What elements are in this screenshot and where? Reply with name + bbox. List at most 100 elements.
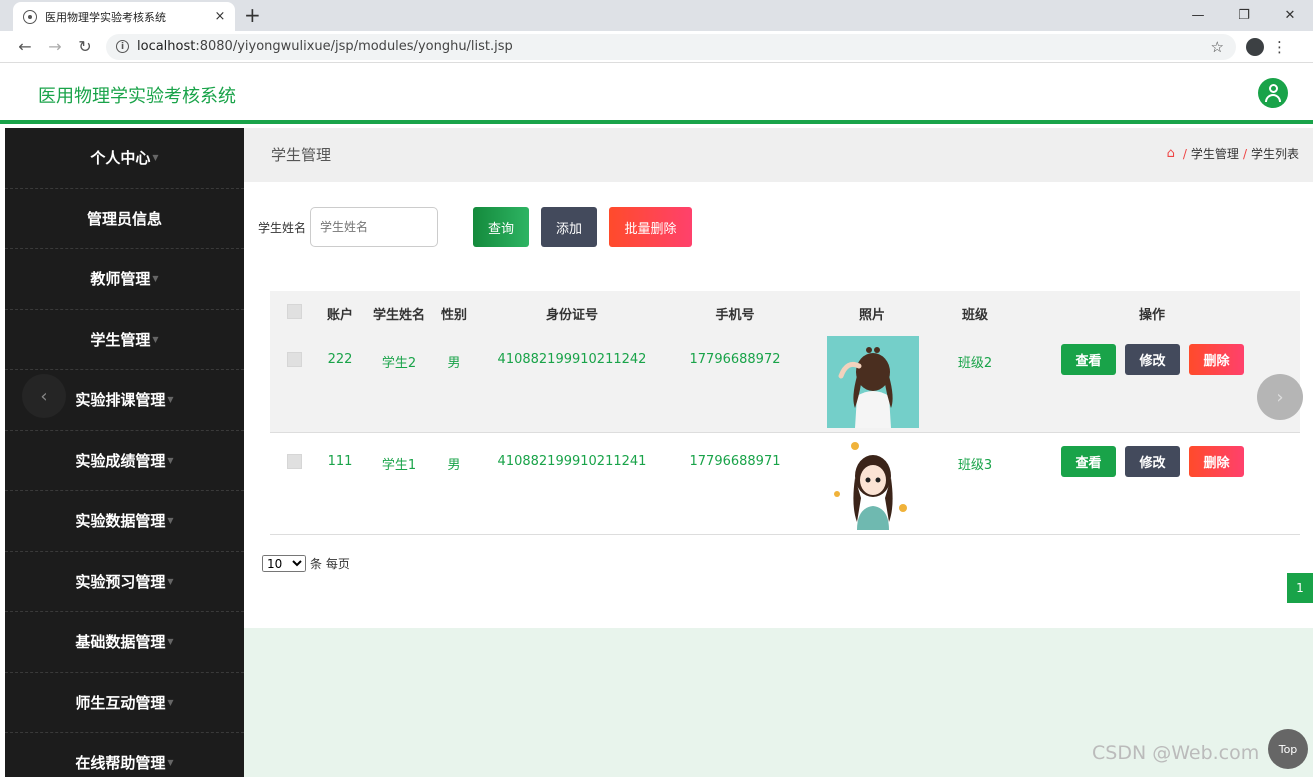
breadcrumb-bar: 学生管理 ⌂ / 学生管理 / 学生列表	[244, 128, 1313, 182]
new-tab-icon[interactable]: +	[244, 3, 261, 27]
delete-button[interactable]: 删除	[1189, 344, 1244, 375]
restore-icon[interactable]: ❐	[1221, 0, 1267, 31]
sidebar: 个人中心 ▼ 管理员信息 教师管理 ▼ 学生管理 ▼ 实验排课管理 ▼ 实验成绩管理 ▼ …	[5, 128, 244, 777]
sidebar-item-label: 基础数据管理	[75, 633, 166, 652]
watermark: CSDN @Web.com	[1092, 742, 1260, 764]
browser-menu-icon[interactable]: ⋮	[1272, 38, 1287, 56]
student-photo	[827, 336, 919, 428]
user-avatar-icon[interactable]	[1258, 78, 1288, 108]
row-checkbox[interactable]	[287, 352, 302, 367]
sidebar-item-admin-info[interactable]: 管理员信息	[5, 189, 244, 249]
cell-phone: 17796688972	[689, 352, 781, 367]
caret-down-icon: ▼	[167, 697, 174, 707]
page-size-select[interactable]: 10	[262, 555, 306, 572]
caret-down-icon: ▼	[152, 334, 159, 344]
sidebar-item-label: 实验数据管理	[75, 512, 166, 531]
sidebar-item-teacher-management[interactable]: 教师管理 ▼	[5, 249, 244, 310]
page-title: 学生管理	[271, 146, 332, 164]
bookmark-star-icon[interactable]: ☆	[1211, 38, 1224, 56]
tab-close-icon[interactable]: ×	[209, 9, 231, 24]
forward-arrow-icon[interactable]: →	[40, 37, 70, 56]
home-icon[interactable]: ⌂	[1167, 146, 1175, 161]
caret-down-icon: ▼	[167, 758, 174, 768]
page-number-current[interactable]: 1	[1287, 573, 1313, 603]
breadcrumb-separator: /	[1242, 146, 1247, 161]
back-to-top-button[interactable]: Top	[1268, 729, 1308, 769]
column-header-phone: 手机号	[715, 308, 755, 323]
sidebar-item-label: 个人中心	[90, 149, 151, 168]
delete-button[interactable]: 删除	[1189, 446, 1244, 477]
sidebar-item-teacher-student-interaction[interactable]: 师生互动管理 ▼	[5, 673, 244, 733]
caret-down-icon: ▼	[167, 637, 174, 647]
browser-profile-icon[interactable]	[1246, 37, 1264, 56]
tab-title: 医用物理学实验考核系统	[45, 10, 166, 24]
query-button[interactable]: 查询	[473, 207, 529, 247]
url-host: localhost	[137, 39, 196, 54]
page-size-suffix: 条 每页	[310, 557, 350, 571]
browser-tab-bar: 医用物理学实验考核系统 × + — ❐ ✕	[0, 0, 1313, 31]
sidebar-item-experiment-data[interactable]: 实验数据管理 ▼	[5, 491, 244, 552]
row-checkbox[interactable]	[287, 454, 302, 469]
carousel-next-icon[interactable]: ›	[1257, 374, 1303, 420]
caret-down-icon: ▼	[152, 274, 159, 284]
sidebar-item-online-help[interactable]: 在线帮助管理 ▼	[5, 733, 244, 777]
sidebar-item-student-management[interactable]: 学生管理 ▼	[5, 310, 244, 370]
sidebar-item-personal-center[interactable]: 个人中心 ▼	[5, 128, 244, 189]
carousel-prev-icon[interactable]: ‹	[22, 374, 66, 418]
view-button[interactable]: 查看	[1061, 446, 1116, 477]
sidebar-item-label: 管理员信息	[86, 209, 162, 228]
view-button[interactable]: 查看	[1061, 344, 1116, 375]
back-arrow-icon[interactable]: ←	[10, 37, 40, 56]
table-header: 账户 学生姓名 性别 身份证号 手机号 照片 班级 操作	[270, 291, 1300, 332]
cell-account: 222	[327, 352, 353, 367]
sidebar-item-experiment-grades[interactable]: 实验成绩管理 ▼	[5, 431, 244, 491]
caret-down-icon: ▼	[167, 516, 174, 526]
cell-gender: 男	[447, 458, 461, 473]
caret-down-icon: ▼	[152, 153, 159, 163]
student-photo	[827, 438, 919, 530]
cell-account: 111	[327, 454, 353, 469]
breadcrumb-separator: /	[1182, 146, 1187, 161]
sidebar-item-label: 师生互动管理	[75, 693, 166, 712]
browser-tab[interactable]: 医用物理学实验考核系统 ×	[13, 2, 235, 31]
sidebar-item-basic-data[interactable]: 基础数据管理 ▼	[5, 612, 244, 673]
address-bar[interactable]: i localhost:8080/yiyongwulixue/jsp/modul…	[106, 33, 1236, 60]
add-button[interactable]: 添加	[541, 207, 597, 247]
cell-class: 班级3	[957, 458, 993, 473]
select-all-checkbox[interactable]	[287, 304, 302, 319]
close-window-icon[interactable]: ✕	[1267, 0, 1313, 31]
cell-id-number: 410882199910211242	[497, 352, 647, 367]
caret-down-icon: ▼	[167, 576, 174, 586]
sidebar-item-label: 教师管理	[90, 270, 151, 289]
sidebar-item-label: 实验排课管理	[75, 391, 166, 410]
caret-down-icon: ▼	[167, 395, 174, 405]
column-header-gender: 性别	[440, 308, 468, 323]
reload-icon[interactable]: ↻	[70, 37, 100, 56]
caret-down-icon: ▼	[167, 455, 174, 465]
breadcrumb-item-student-management[interactable]: 学生管理	[1191, 145, 1239, 162]
edit-button[interactable]: 修改	[1125, 446, 1180, 477]
browser-toolbar: ← → ↻ i localhost:8080/yiyongwulixue/jsp…	[0, 31, 1313, 63]
cell-gender: 男	[447, 356, 461, 371]
student-name-search-input[interactable]	[310, 207, 439, 247]
edit-button[interactable]: 修改	[1125, 344, 1180, 375]
site-info-icon[interactable]: i	[116, 40, 129, 53]
column-header-name: 学生姓名	[372, 308, 426, 323]
table-row: 111 学生1 男 410882199910211241 17796688971…	[270, 434, 1300, 535]
cell-phone: 17796688971	[689, 454, 781, 469]
column-header-actions: 操作	[1138, 308, 1166, 323]
column-header-id-number: 身份证号	[545, 308, 599, 323]
student-table: 账户 学生姓名 性别 身份证号 手机号 照片 班级 操作 222 学生2 男 4…	[270, 291, 1300, 536]
sidebar-item-label: 在线帮助管理	[75, 754, 166, 773]
sidebar-item-experiment-preview[interactable]: 实验预习管理 ▼	[5, 552, 244, 612]
search-form: 学生姓名	[258, 207, 439, 247]
column-header-class: 班级	[961, 308, 989, 323]
sidebar-item-label: 实验预习管理	[75, 572, 166, 591]
window-controls: — ❐ ✕	[1175, 0, 1313, 31]
cell-class: 班级2	[957, 356, 993, 371]
minimize-icon[interactable]: —	[1175, 0, 1221, 31]
batch-delete-button[interactable]: 批量删除	[609, 207, 692, 247]
app-title: 医用物理学实验考核系统	[38, 86, 236, 107]
column-header-account: 账户	[326, 308, 354, 323]
column-header-photo: 照片	[858, 308, 886, 323]
